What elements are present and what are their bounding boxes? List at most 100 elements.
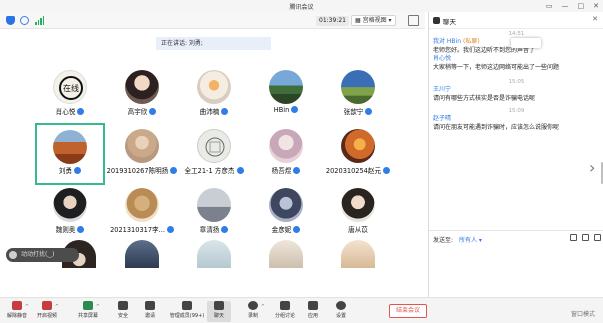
message-text: 大家稍等一下，老师这边网络可能出了一些问题: [433, 64, 560, 71]
apps-button[interactable]: 应用: [298, 301, 328, 319]
record-button[interactable]: 录制 ^: [238, 301, 268, 319]
participant-name: 唐从苡: [348, 226, 368, 234]
participant-name: HBin: [245, 106, 327, 114]
message-sender[interactable]: 赵子晴: [429, 115, 603, 123]
avatar: [197, 188, 231, 222]
avatar: [53, 130, 87, 164]
minimize-icon[interactable]: —: [562, 1, 569, 11]
message-sender[interactable]: 肖心悦: [429, 55, 603, 63]
mic-icon: [77, 226, 85, 233]
participant-tile[interactable]: 全工21-1 方彦杰: [179, 123, 249, 183]
message-time: 14:51: [508, 31, 525, 37]
settings-button[interactable]: 设置: [326, 301, 356, 319]
signal-icon[interactable]: [35, 16, 44, 25]
avatar: [125, 70, 159, 104]
invite-icon: [145, 301, 155, 310]
send-to: 发送至: 所有人 ▾: [433, 237, 482, 244]
svg-text:在线: 在线: [63, 83, 79, 93]
avatar: [197, 70, 231, 104]
participant-name: 章清扬: [173, 224, 255, 234]
message-text: 请问在朋友可能遇到诈骗时，应该怎么说服你呢: [433, 124, 560, 131]
participant-name: 全工21-1 方彦杰: [173, 165, 255, 175]
mic-icon: [74, 167, 82, 174]
start-video-button[interactable]: 开启视频 ^: [32, 301, 62, 319]
close-icon[interactable]: ✕: [592, 15, 598, 23]
fullscreen-icon[interactable]: [408, 15, 419, 26]
avatar: [125, 188, 159, 222]
chat-input[interactable]: [433, 246, 599, 290]
profile-popup: [511, 38, 541, 48]
avatar: 在线: [53, 70, 87, 104]
members-icon: [182, 301, 192, 310]
participant-tile[interactable]: 在线 肖心悦: [35, 64, 105, 124]
participant-tile[interactable]: 2021310317李...: [107, 182, 177, 242]
participant-tile[interactable]: HBin: [251, 64, 321, 124]
participant-name: 肖心悦: [29, 106, 111, 116]
participant-tile[interactable]: 魏则奥: [35, 182, 105, 242]
view-mode-button[interactable]: ▦ 宫格视图 ▾: [351, 15, 396, 26]
end-meeting-button[interactable]: 结束会议: [389, 304, 427, 318]
participant-tile[interactable]: 章清扬: [179, 182, 249, 242]
mic-icon: [293, 226, 301, 233]
maximize-icon[interactable]: □: [578, 1, 585, 11]
shield-icon[interactable]: [6, 16, 15, 25]
chat-panel: 聊天 ✕ 14:51 我对 HBin (私聊) 老师您好。我们这边听不到您的声音了…: [428, 12, 603, 297]
raise-hand-button[interactable]: 动动打扰(‿): [6, 248, 79, 262]
message-sender[interactable]: 王川宁: [429, 86, 603, 94]
participant-name: 杨吾煜: [245, 165, 327, 175]
avatar: [341, 129, 375, 163]
camera-icon: [42, 301, 52, 310]
manage-members-button[interactable]: 管理成员(99+): [168, 301, 206, 319]
participant-name: 金彦妮: [245, 224, 327, 234]
participant-name: 2020310254赵元: [317, 165, 399, 175]
mic-icon: [365, 108, 373, 115]
shield-icon: [118, 301, 128, 310]
participant-tile[interactable]: 曲沛楠: [179, 64, 249, 124]
more-icon[interactable]: [594, 234, 601, 241]
breakout-icon: [280, 301, 290, 310]
message-time: 15:05: [508, 79, 525, 85]
send-to-dropdown[interactable]: 所有人 ▾: [459, 237, 482, 244]
avatar: [269, 129, 303, 163]
mic-icon: [383, 167, 391, 174]
chat-compose: 发送至: 所有人 ▾: [429, 230, 603, 297]
participant-tile[interactable]: 2020310254赵元: [323, 123, 393, 183]
pin-window-icon[interactable]: ▭: [546, 1, 553, 11]
close-icon[interactable]: ✕: [593, 1, 599, 11]
invite-button[interactable]: 邀请: [135, 301, 165, 319]
participant-tile[interactable]: 唐从苡: [323, 182, 393, 242]
security-button[interactable]: 安全: [108, 301, 138, 319]
avatar: [341, 70, 375, 104]
mic-icon: [291, 106, 299, 113]
info-icon[interactable]: [20, 16, 29, 25]
avatar: [269, 70, 303, 104]
chat-header: 聊天 ✕: [429, 12, 603, 29]
share-screen-button[interactable]: 共享屏幕 ^: [73, 301, 103, 319]
avatar: [197, 129, 231, 163]
next-page-icon[interactable]: ›: [589, 158, 595, 177]
avatar: [341, 188, 375, 222]
unmute-button[interactable]: 解除静音 ^: [2, 301, 32, 319]
share-screen-icon: [83, 301, 93, 310]
participant-tile[interactable]: 张歆宁: [323, 64, 393, 124]
participant-tile[interactable]: 2019310267陈明扬: [107, 123, 178, 183]
participant-name: 2019310267陈明扬: [101, 165, 183, 175]
participant-tile[interactable]: 杨吾煜: [251, 123, 321, 183]
record-icon: [248, 301, 258, 310]
mic-icon: [236, 167, 244, 174]
participant-name: 高宇欣: [101, 106, 183, 116]
mic-icon: [221, 108, 229, 115]
screenshot-icon[interactable]: [582, 234, 589, 241]
file-icon[interactable]: [570, 234, 577, 241]
participant-tile[interactable]: 高宇欣: [107, 64, 177, 124]
settings-icon: [336, 301, 346, 310]
breakout-button[interactable]: 分组讨论: [270, 301, 300, 319]
chat-message: 15:05 王川宁 请问有哪些方式核实是否是诈骗电话呢: [429, 78, 603, 103]
avatar: [53, 188, 87, 222]
window-mode-button[interactable]: 窗口模式: [571, 309, 595, 318]
participant-tile[interactable]: 金彦妮: [251, 182, 321, 242]
chat-button[interactable]: 聊天: [207, 301, 231, 322]
mic-icon: [12, 301, 22, 310]
avatar: [269, 240, 303, 268]
participant-tile-active[interactable]: 刘勇: [35, 123, 105, 185]
